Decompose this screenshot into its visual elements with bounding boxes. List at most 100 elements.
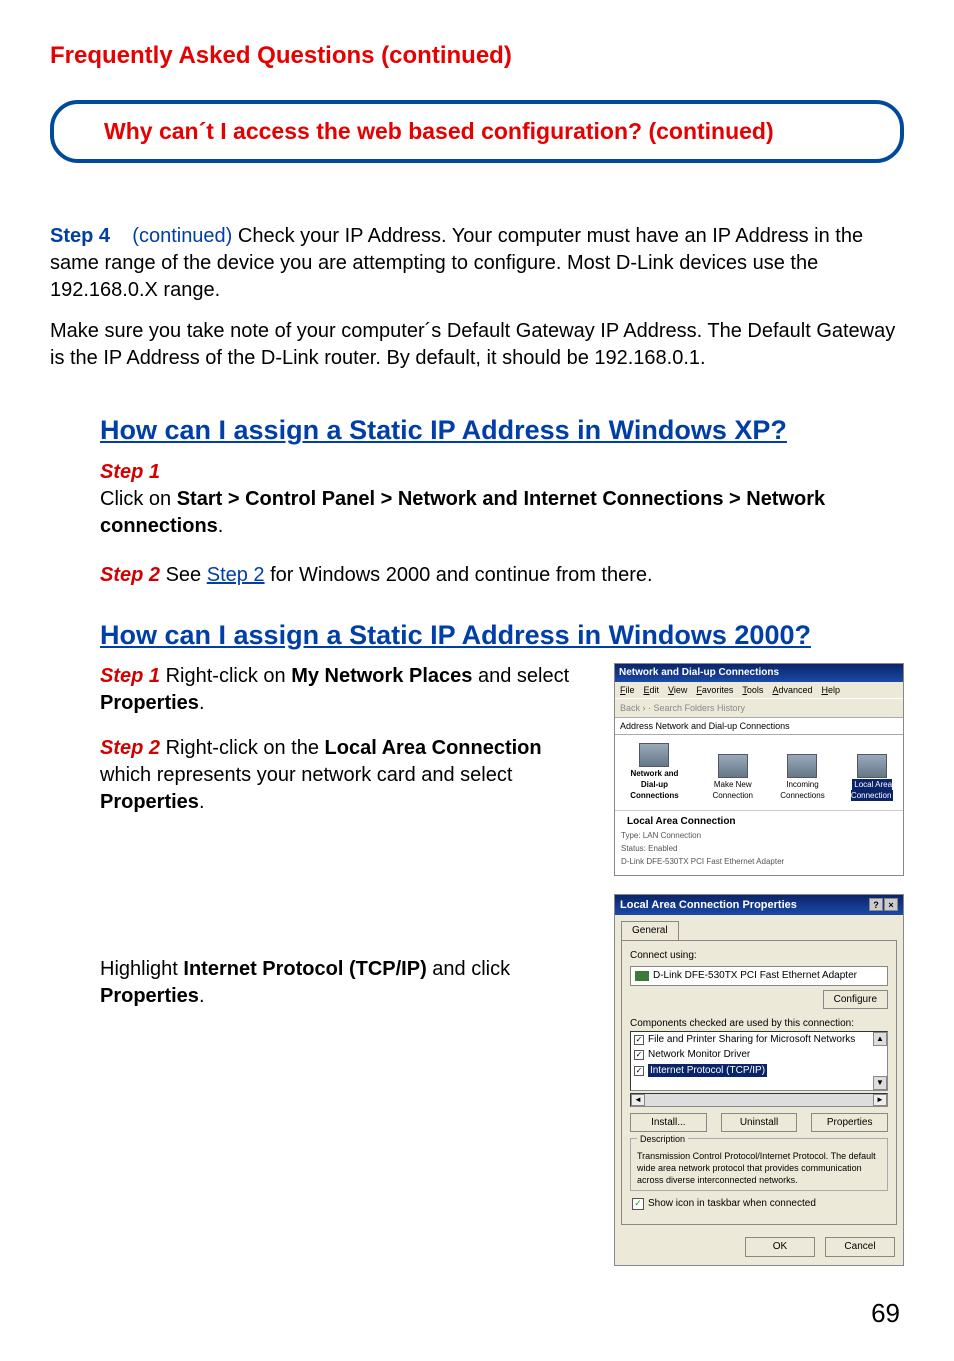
menu-tools[interactable]: Tools [742,684,763,696]
step4-paragraph: Step 4 (continued) Check your IP Address… [50,223,904,304]
info-line-3: D-Link DFE-530TX PCI Fast Ethernet Adapt… [621,856,897,869]
w2k-step2-c: which represents your network card and s… [100,764,512,786]
xp-step1-b: Start > Control Panel > Network and Inte… [100,488,825,537]
scroll-up-icon[interactable]: ▲ [873,1032,887,1046]
w2k-highlight: Highlight Internet Protocol (TCP/IP) and… [100,956,594,1010]
xp-step2-label: Step 2 [100,564,160,586]
install-button[interactable]: Install... [630,1113,707,1133]
w2k-step2-d: Properties [100,791,199,813]
description-text: Transmission Control Protocol/Internet P… [637,1150,881,1186]
page-title: Frequently Asked Questions (continued) [50,40,904,72]
checkbox-icon[interactable]: ✓ [634,1035,644,1045]
w2k-step2-label: Step 2 [100,737,160,759]
cancel-button[interactable]: Cancel [825,1237,895,1257]
folder-icon [639,743,669,767]
tab-general[interactable]: General [621,921,679,940]
menu-bar[interactable]: File Edit View Favorites Tools Advanced … [615,682,903,698]
xp-step1-c: . [218,515,224,537]
menu-help[interactable]: Help [821,684,840,696]
menu-file[interactable]: File [620,684,635,696]
connection-icon [857,754,887,778]
gateway-note: Make sure you take note of your computer… [50,318,904,372]
component-1: Network Monitor Driver [648,1048,750,1062]
w2k-step1-a: Right-click on [160,665,291,687]
make-new-connection[interactable]: Make New Connection [708,754,758,802]
window-titlebar: Network and Dial-up Connections [615,664,903,682]
w2k-hl-e: . [199,985,205,1007]
w2k-step1-e: . [199,692,205,714]
xp-step2-b: for Windows 2000 and continue from there… [265,564,653,586]
dialog-titlebar: Local Area Connection Properties ? × [615,895,903,916]
menu-favorites[interactable]: Favorites [696,684,733,696]
toolbar[interactable]: Back › · Search Folders History [615,698,903,718]
w2k-step1-b: My Network Places [291,665,472,687]
close-icon[interactable]: × [884,898,898,911]
configure-button[interactable]: Configure [823,990,888,1010]
w2k-step1-label: Step 1 [100,665,160,687]
info-line-2: Status: Enabled [621,843,897,856]
w2k-hl-c: and click [427,958,510,980]
faq-question-box: Why can´t I access the web based configu… [50,100,904,163]
help-icon[interactable]: ? [869,898,883,911]
adapter-field: D-Link DFE-530TX PCI Fast Ethernet Adapt… [630,966,888,986]
description-fieldset: Description Transmission Control Protoco… [630,1138,888,1191]
info-line-1: Type: LAN Connection [621,830,897,843]
scroll-left-icon[interactable]: ◄ [631,1094,645,1106]
components-label: Components checked are used by this conn… [630,1017,888,1031]
address-bar[interactable]: Address Network and Dial-up Connections [615,718,903,735]
xp-step2-link[interactable]: Step 2 [207,564,265,586]
description-legend: Description [637,1133,688,1145]
incoming-label: Incoming Connections [780,780,824,800]
dialog-title: Local Area Connection Properties [620,898,797,913]
w2k-step2-e: . [199,791,205,813]
menu-edit[interactable]: Edit [644,684,660,696]
icons-row: Network and Dial-up Connections Make New… [615,735,903,809]
adapter-icon [635,971,649,981]
w2k-hl-b: Internet Protocol (TCP/IP) [183,958,426,980]
properties-button[interactable]: Properties [811,1113,888,1133]
components-listbox[interactable]: ✓ File and Printer Sharing for Microsoft… [630,1031,888,1091]
xp-step2: Step 2 See Step 2 for Windows 2000 and c… [100,562,894,589]
checkbox-icon[interactable]: ✓ [632,1198,644,1210]
component-2: Internet Protocol (TCP/IP) [648,1064,767,1078]
heading-2000[interactable]: How can I assign a Static IP Address in … [100,617,904,653]
panel-title-icon: Network and Dial-up Connections [621,743,688,801]
list-item[interactable]: ✓ Internet Protocol (TCP/IP) [631,1063,887,1079]
list-item[interactable]: ✓ File and Printer Sharing for Microsoft… [631,1032,887,1048]
w2k-step1-d: Properties [100,692,199,714]
w2k-step2: Step 2 Right-click on the Local Area Con… [100,735,594,816]
component-0: File and Printer Sharing for Microsoft N… [648,1033,855,1047]
xp-step1-label: Step 1 [100,461,160,483]
w2k-hl-a: Highlight [100,958,183,980]
w2k-step1-c: and select [472,665,569,687]
checkbox-icon[interactable]: ✓ [634,1066,644,1076]
ok-button[interactable]: OK [745,1237,815,1257]
adapter-name: D-Link DFE-530TX PCI Fast Ethernet Adapt… [653,969,857,983]
show-icon-row[interactable]: ✓ Show icon in taskbar when connected [632,1197,886,1211]
w2k-step2-b: Local Area Connection [325,737,542,759]
w2k-hl-d: Properties [100,985,199,1007]
xp-step1-a: Click on [100,488,177,510]
dialog-footer: OK Cancel [615,1231,903,1265]
list-item[interactable]: ✓ Network Monitor Driver [631,1047,887,1063]
info-title: Local Area Connection [621,811,897,831]
menu-view[interactable]: View [668,684,687,696]
address-value: Network and Dial-up Connections [656,721,790,731]
show-icon-label: Show icon in taskbar when connected [648,1197,816,1211]
connect-using-label: Connect using: [630,949,888,963]
lan-label: Local Area Connection [851,779,893,801]
address-label: Address [620,721,653,731]
uninstall-button[interactable]: Uninstall [721,1113,798,1133]
info-block: Local Area Connection Type: LAN Connecti… [615,810,903,875]
screenshot-network-connections: Network and Dial-up Connections File Edi… [614,663,904,875]
heading-xp[interactable]: How can I assign a Static IP Address in … [100,412,904,448]
step4-label: Step 4 [50,225,110,247]
incoming-connections[interactable]: Incoming Connections [778,754,828,802]
scroll-right-icon[interactable]: ► [873,1094,887,1106]
scroll-down-icon[interactable]: ▼ [873,1076,887,1090]
checkbox-icon[interactable]: ✓ [634,1050,644,1060]
menu-advanced[interactable]: Advanced [772,684,812,696]
xp-step2-a: See [160,564,207,586]
local-area-connection[interactable]: Local Area Connection [847,754,897,802]
horizontal-scrollbar[interactable]: ◄ ► [630,1093,888,1107]
